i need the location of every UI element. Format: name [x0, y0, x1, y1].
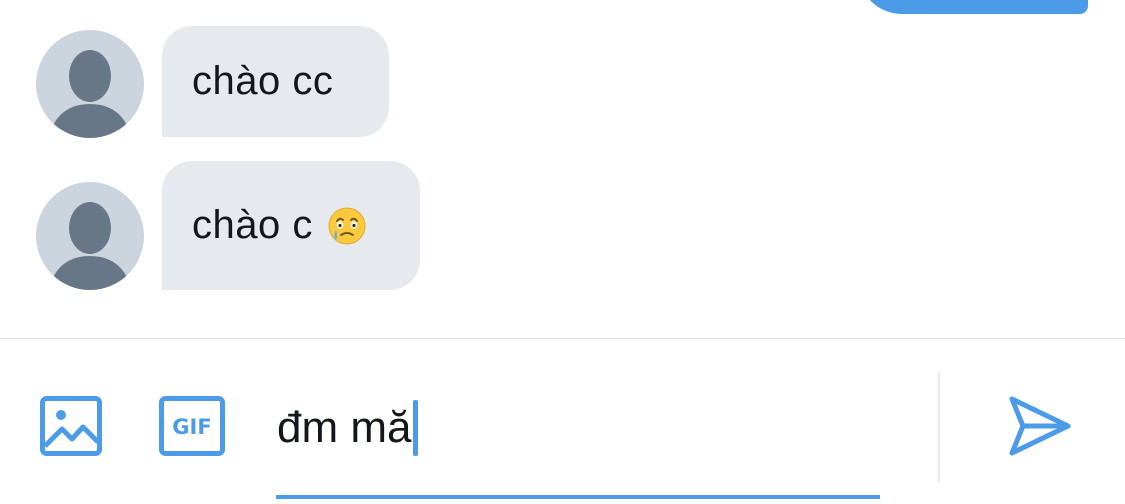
- message-bubble[interactable]: chào cc: [162, 26, 389, 137]
- default-profile-icon: [36, 182, 144, 290]
- message-text: chào c: [192, 203, 313, 247]
- gif-label: GIF: [172, 415, 211, 439]
- text-caret: [413, 400, 419, 456]
- avatar[interactable]: [36, 182, 144, 290]
- dm-conversation: chào cc chào c GIF đm mă: [0, 0, 1125, 504]
- composer-divider: [0, 338, 1125, 339]
- image-icon[interactable]: [40, 396, 102, 456]
- message-input-value: đm mă: [277, 403, 412, 452]
- default-profile-icon: [36, 30, 144, 138]
- message-text: chào cc: [192, 59, 334, 103]
- received-message-row: chào cc: [36, 26, 389, 138]
- message-input[interactable]: đm mă: [277, 398, 419, 458]
- face-holding-back-tears-icon: [328, 207, 366, 244]
- gif-icon[interactable]: GIF: [159, 396, 225, 456]
- sent-message-bubble[interactable]: [858, 0, 1088, 14]
- input-underline: [276, 495, 880, 499]
- avatar[interactable]: [36, 30, 144, 138]
- send-icon[interactable]: [1008, 395, 1072, 457]
- message-bubble[interactable]: chào c: [162, 161, 420, 290]
- send-divider: [938, 372, 940, 482]
- received-message-row: chào c: [36, 161, 420, 290]
